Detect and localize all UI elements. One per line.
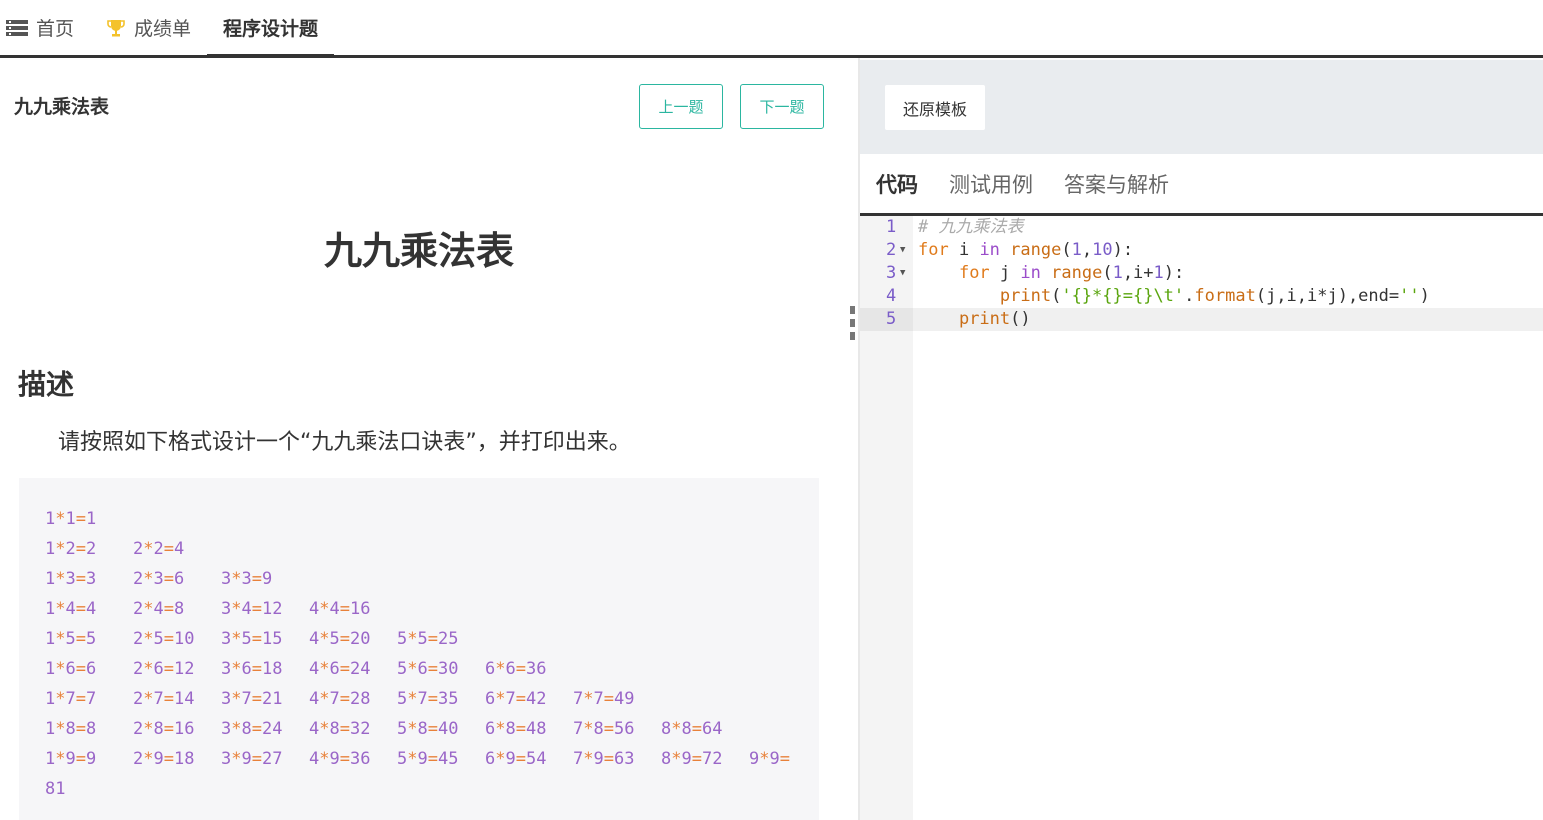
sample-output-cell: 2*9=18	[133, 749, 195, 769]
tab-home[interactable]: 首页	[0, 0, 90, 55]
section-heading: 描述	[18, 368, 75, 401]
sample-output-line: 1*9=9 2*9=18 3*9=27 4*9=36 5*9=45 6*9=54 7*9=6…	[45, 744, 819, 774]
prev-question-button[interactable]: 上一题	[639, 84, 723, 129]
tab-home-label: 首页	[36, 18, 75, 40]
problem-name: 九九乘法表	[14, 96, 110, 118]
sample-output-cell: 3*8=24	[221, 719, 283, 739]
sample-output-cell: 3*9=27	[221, 749, 283, 769]
sample-output-cell: 1*6=6	[45, 659, 97, 679]
tab-programming-label: 程序设计题	[223, 18, 319, 40]
problem-title: 九九乘法表	[323, 229, 514, 273]
sample-output-line: 1*2=2 2*2=4	[45, 534, 819, 564]
sample-output-cell: 5*6=30	[397, 659, 459, 679]
sample-output-cell: 2*3=6	[133, 569, 185, 589]
sample-output-cell: 7*7=49	[573, 689, 635, 709]
sample-output-cell: 3*4=12	[221, 599, 283, 619]
code-line: for i in range(1,10):	[918, 240, 1134, 260]
fold-arrow-icon: ▼	[900, 268, 906, 278]
sample-output-cell: 8*9=72	[661, 749, 723, 769]
sample-output-cell: 5*8=40	[397, 719, 459, 739]
sample-output-cell: 2*6=12	[133, 659, 195, 679]
sample-output-line: 1*1=1	[45, 504, 819, 534]
sample-output-cell: 4*8=32	[309, 719, 371, 739]
sample-output-cell: 3*5=15	[221, 629, 283, 649]
editor-toolbar: 还原模板	[860, 60, 1543, 154]
sample-output-cell: 6*6=36	[485, 659, 547, 679]
sample-output-line: 1*8=8 2*8=16 3*8=24 4*8=32 5*8=40 6*8=48 7*8=5…	[45, 714, 819, 744]
line-number: 5	[886, 309, 897, 329]
code-line: print()	[958, 309, 1031, 329]
problem-description: 请按照如下格式设计一个“九九乘法口诀表”，并打印出来。	[58, 430, 631, 455]
top-nav: 首页 成绩单 程序设计题	[0, 0, 1543, 58]
sample-output-cell: 2*7=14	[133, 689, 195, 709]
tab-transcript-label: 成绩单	[134, 18, 192, 40]
tab-programming[interactable]: 程序设计题	[207, 0, 335, 58]
sample-output-cell: 4*6=24	[309, 659, 371, 679]
sample-output-cell: 4*4=16	[309, 599, 371, 619]
code-editor[interactable]: 1 2 ▼ 3 ▼ 4 5 # 九九乘法表 for i in range(1,10)…	[860, 216, 1543, 820]
sample-output-cell: 5*5=25	[397, 629, 459, 649]
sample-output-cell: 3*3=9	[221, 569, 273, 589]
sample-output-cell: 4*5=20	[309, 629, 371, 649]
line-number: 2 ▼	[886, 240, 906, 260]
sample-output-cell: 2*8=16	[133, 719, 195, 739]
sample-output-line: 81	[45, 774, 819, 804]
sample-output-cell: 1*5=5	[45, 629, 97, 649]
code-line: print('{}*{}={}\t'.format(j,i,i*j),end='…	[999, 286, 1430, 306]
sample-output-cell: 1*2=2	[45, 539, 97, 559]
sample-output-cell: 1*3=3	[45, 569, 97, 589]
sample-output-cell: 3*7=21	[221, 689, 283, 709]
sample-output-line: 1*4=4 2*4=8 3*4=12 4*4=16	[45, 594, 819, 624]
sample-output-cell: 1*4=4	[45, 599, 97, 619]
sample-output-cell: 2*4=8	[133, 599, 185, 619]
tab-answer-analysis[interactable]: 答案与解析	[1064, 169, 1169, 199]
sample-output-cell: 2*2=4	[133, 539, 185, 559]
tab-code[interactable]: 代码	[876, 169, 918, 199]
sample-output-cell: 5*9=45	[397, 749, 459, 769]
sample-output-cell: 7*9=63	[573, 749, 635, 769]
sample-output-cell: 5*7=35	[397, 689, 459, 709]
sample-output-cell: 4*9=36	[309, 749, 371, 769]
reset-template-button[interactable]: 还原模板	[885, 85, 985, 130]
sample-output-cell: 6*9=54	[485, 749, 547, 769]
sample-output-cell: 1*8=8	[45, 719, 97, 739]
line-number: 1	[886, 217, 897, 237]
sample-output-line: 1*7=7 2*7=14 3*7=21 4*7=28 5*7=35 6*7=42 7*7=4…	[45, 684, 819, 714]
problem-panel: 九九乘法表 上一题 下一题 九九乘法表 描述 请按照如下格式设计一个“九九乘法口…	[0, 58, 858, 820]
next-question-button[interactable]: 下一题	[740, 84, 824, 129]
sample-output-cell: 6*7=42	[485, 689, 547, 709]
editor-tabs: 代码 测试用例 答案与解析	[860, 154, 1543, 216]
sample-output-cell: 81	[45, 779, 66, 799]
sample-output-cell: 7*8=56	[573, 719, 635, 739]
sample-output-cell: 1*1=1	[45, 509, 97, 529]
sample-output-cell: 8*8=64	[661, 719, 723, 739]
sample-output-line: 1*3=3 2*3=6 3*3=9	[45, 564, 819, 594]
editor-panel: 还原模板 代码 测试用例 答案与解析 1 2 ▼ 3 ▼ 4 5 # 九九乘法表 f…	[860, 58, 1543, 820]
sample-output-cell: 6*8=48	[485, 719, 547, 739]
sample-output-cell: 2*5=10	[133, 629, 195, 649]
trophy-icon	[106, 18, 126, 38]
sample-output-line: 1*5=5 2*5=10 3*5=15 4*5=20 5*5=25	[45, 624, 819, 654]
resize-handle[interactable]	[850, 306, 856, 340]
line-number: 3 ▼	[886, 263, 906, 283]
sample-output-cell: 3*6=18	[221, 659, 283, 679]
code-line: # 九九乘法表	[918, 217, 1024, 237]
sample-output-cell: 1*7=7	[45, 689, 97, 709]
line-number: 4	[886, 286, 897, 306]
sample-output-cell: 1*9=9	[45, 749, 97, 769]
list-icon	[6, 19, 28, 36]
code-line: for j in range(1,i+1):	[958, 263, 1185, 283]
sample-output-block: 1*1=1 1*2=2 2*2=4 1*3=3 2*3=6 3*3=9 1*4=4 2*4=8…	[19, 478, 819, 820]
sample-output-cell: 4*7=28	[309, 689, 371, 709]
sample-output-cell: 9*9=	[749, 749, 790, 769]
tab-test-cases[interactable]: 测试用例	[949, 169, 1033, 199]
tab-transcript[interactable]: 成绩单	[90, 0, 207, 55]
fold-arrow-icon: ▼	[900, 245, 906, 255]
sample-output-line: 1*6=6 2*6=12 3*6=18 4*6=24 5*6=30 6*6=36	[45, 654, 819, 684]
